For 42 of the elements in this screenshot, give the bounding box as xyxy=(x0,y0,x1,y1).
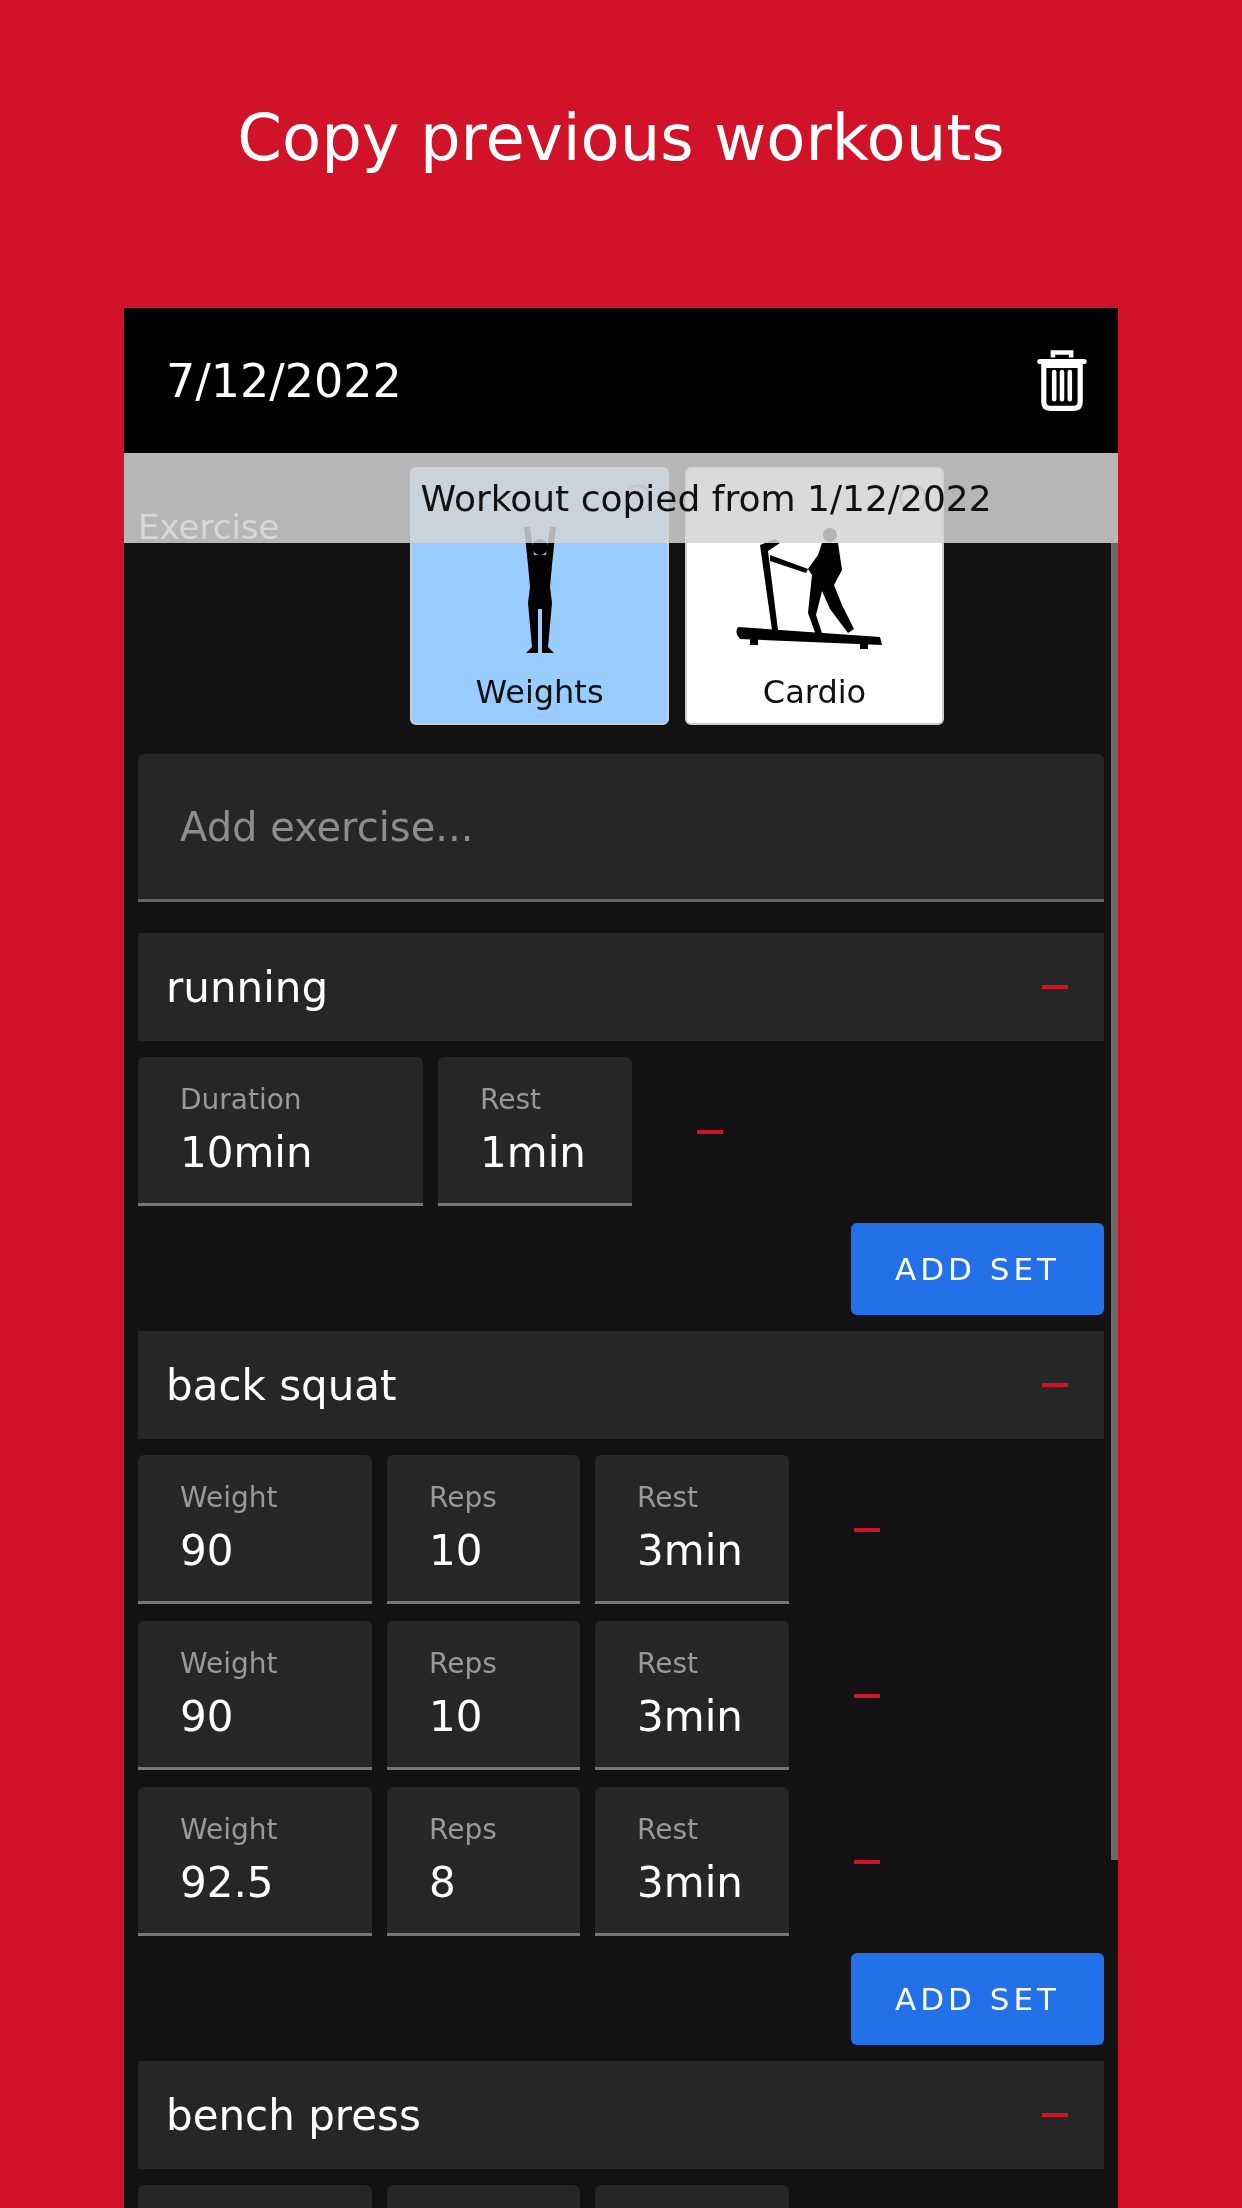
field-label: Rest xyxy=(637,1647,699,1680)
exercise-name: back squat xyxy=(166,1360,397,1410)
set-field[interactable]: Rest 1min xyxy=(438,1057,632,1206)
set-field[interactable]: Rest 3min xyxy=(595,1787,789,1936)
field-label: Rest xyxy=(637,1813,699,1846)
field-label: Weight xyxy=(180,1481,279,1514)
exercise-name: running xyxy=(166,962,329,1012)
exercise-name: bench press xyxy=(166,2090,421,2140)
set-field[interactable]: Reps 10 xyxy=(387,1455,580,1604)
field-value: 1min xyxy=(480,1128,587,1177)
set-field[interactable]: Rest 3min xyxy=(595,1621,789,1770)
set-field[interactable]: Weight 92.5 xyxy=(138,1787,372,1936)
page-title: Copy previous workouts xyxy=(236,100,1006,177)
field-value: 3min xyxy=(637,1526,744,1575)
set-field[interactable]: Weight 90 xyxy=(138,1455,372,1604)
field-label: Weight xyxy=(180,1813,279,1846)
add-exercise-field[interactable]: Add exercise... xyxy=(138,754,1104,902)
field-value: 90 xyxy=(180,1526,235,1575)
set-field[interactable]: Rest 3min xyxy=(595,1455,789,1604)
field-value: 10min xyxy=(180,1128,314,1177)
set-field[interactable]: Reps 10 xyxy=(387,1621,580,1770)
field-value: 10 xyxy=(429,1526,484,1575)
set-field[interactable]: Reps 8 xyxy=(387,1787,580,1936)
delete-icon[interactable] xyxy=(1036,348,1088,413)
field-value: 3min xyxy=(637,1858,744,1907)
field-label: Reps xyxy=(429,1647,498,1680)
workout-date: 7/12/2022 xyxy=(166,353,402,408)
field-label: Weight xyxy=(180,1647,279,1680)
set-field[interactable]: Weight 90 xyxy=(138,1621,372,1770)
field-value: 90 xyxy=(180,1692,235,1741)
field-label: Rest xyxy=(480,1083,542,1116)
field-value: 3min xyxy=(637,1692,744,1741)
field-label: Rest xyxy=(637,1481,699,1514)
field-label: Reps xyxy=(429,1813,498,1846)
field-label: Reps xyxy=(429,1481,498,1514)
set-field[interactable]: Duration 10min xyxy=(138,1057,423,1206)
add-set-button[interactable]: ADD SET xyxy=(851,1223,1104,1315)
field-label: Duration xyxy=(180,1083,303,1116)
field-value: 8 xyxy=(429,1858,457,1907)
field-value: 92.5 xyxy=(180,1858,275,1907)
field-value: 10 xyxy=(429,1692,484,1741)
add-set-button[interactable]: ADD SET xyxy=(851,1953,1104,2045)
